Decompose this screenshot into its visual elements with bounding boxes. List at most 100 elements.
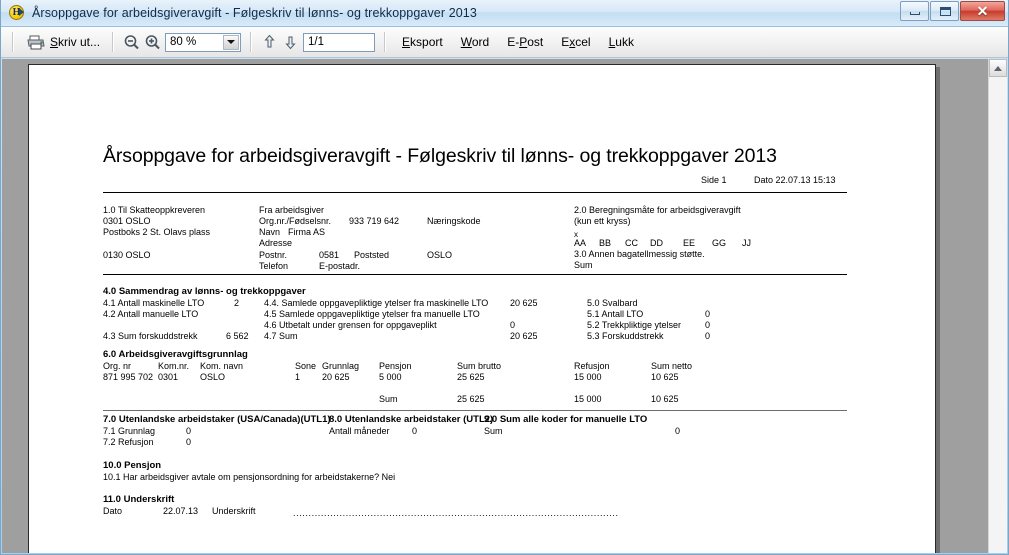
row-orgnr: 871 995 702 [103, 372, 154, 382]
previous-page-button[interactable] [261, 33, 278, 51]
row-8-value: 0 [412, 426, 418, 436]
document-title: Årsoppgave for arbeidsgiveravgift - Følg… [103, 145, 777, 167]
row-4-2-label: 4.2 Antall manuelle LTO [103, 309, 199, 319]
poststed-value: OSLO [427, 250, 453, 260]
close-document-button[interactable]: Lukk [602, 33, 641, 51]
row-komnr: 0301 [158, 372, 179, 382]
row-sumnetto: 10 625 [651, 372, 679, 382]
document-viewport[interactable]: Årsoppgave for arbeidsgiveravgift - Følg… [2, 59, 1007, 553]
next-page-button[interactable] [282, 33, 299, 51]
row-4-4-value: 20 625 [510, 298, 538, 308]
zoom-level-combobox[interactable]: 80 % [165, 32, 242, 52]
block7-heading: 7.0 Utenlandske arbeidstaker (USA/Canada… [103, 414, 331, 425]
skatteoppkrever-postnr: 0301 OSLO [103, 216, 151, 226]
header-sumnetto: Sum netto [651, 361, 693, 371]
block6-sum-refusjon: 15 000 [574, 394, 602, 404]
minimize-button[interactable] [900, 1, 929, 21]
navn-label: Navn [259, 227, 281, 237]
header-komnr: Kom.nr. [158, 361, 190, 371]
row-4-6-value: 0 [510, 320, 516, 330]
minimize-icon [910, 12, 920, 15]
row-4-1-value: 2 [234, 298, 240, 308]
divider-block1 [103, 274, 847, 275]
close-button[interactable]: ✕ [960, 1, 1005, 21]
scroll-up-button[interactable] [989, 59, 1007, 77]
document-date: Dato 22.07.13 15:13 [754, 175, 836, 185]
row-5-1-label: 5.1 Antall LTO [587, 309, 644, 319]
word-button[interactable]: Word [454, 33, 496, 51]
row-7-2-value: 0 [186, 437, 192, 447]
row-sone: 1 [295, 372, 301, 382]
skatteoppkrever-address: Postboks 2 St. Olavs plass [103, 227, 211, 237]
toolbar-separator [12, 32, 14, 52]
zoom-dropdown-button[interactable] [223, 34, 240, 50]
epostadr-label: E-postadr. [319, 261, 361, 271]
poststed-label: Poststed [354, 250, 390, 260]
orgnr-label: Org.nr./Fødselsnr. [259, 216, 332, 226]
row-grunnlag: 20 625 [322, 372, 350, 382]
chevron-right-icon [19, 7, 24, 16]
maximize-icon [940, 7, 951, 16]
page-number-input[interactable]: 1/1 [303, 32, 376, 52]
block6-sum-brutto: 25 625 [457, 394, 485, 404]
toolbar-separator [112, 32, 115, 52]
row-9-label: Sum [484, 426, 503, 436]
print-label: Skriv ut... [50, 35, 101, 49]
block11-heading: 11.0 Underskrift [103, 494, 175, 505]
bagatellmessig-sum-label: Sum [574, 260, 593, 270]
row-7-1-label: 7.1 Grunnlag [103, 426, 156, 436]
header-grunnlag: Grunnlag [322, 361, 360, 371]
block9-heading: 9.0 Sum alle koder for manuelle LTO [484, 414, 648, 425]
skatteoppkrever-heading: 1.0 Til Skatteoppkreveren [103, 205, 206, 215]
row-4-6-label: 4.6 Utbetalt under grensen for oppgavepl… [264, 320, 437, 330]
row-pensjon: 5 000 [379, 372, 402, 382]
row-sumbrutto: 25 625 [457, 372, 485, 382]
title-bar: H Årsoppgave for arbeidsgiveravgift - Fø… [1, 0, 1008, 27]
block11-signature-line: ........................................… [293, 508, 619, 518]
window-title: Årsoppgave for arbeidsgiveravgift - Følg… [32, 6, 477, 20]
zoom-level-value: 80 % [170, 36, 197, 48]
block11-sign-label: Underskrift [212, 506, 256, 516]
page-indicator: Side 1 [701, 175, 727, 185]
window-controls: ✕ [900, 1, 1005, 21]
row-4-3-value: 6 562 [226, 331, 249, 341]
chevron-down-icon [227, 40, 236, 44]
scrollbar-track[interactable] [989, 77, 1007, 553]
code-DD: DD [650, 238, 663, 248]
document-page: Årsoppgave for arbeidsgiveravgift - Følg… [28, 64, 936, 553]
code-AA: AA [574, 238, 587, 248]
adresse-label: Adresse [259, 238, 293, 248]
header-refusjon: Refusjon [574, 361, 610, 371]
divider-top [103, 192, 847, 193]
bagatellmessig-stotte-label: 3.0 Annen bagatellmessig støtte. [574, 249, 705, 259]
toolbar-separator [250, 32, 253, 52]
block11-dato-label: Dato [103, 506, 123, 516]
email-button[interactable]: E-Post [500, 33, 550, 51]
vertical-scrollbar[interactable] [988, 59, 1007, 553]
document-content: Årsoppgave for arbeidsgiveravgift - Følg… [29, 65, 935, 553]
block10-heading: 10.0 Pensjon [103, 460, 162, 471]
toolbar: Skriv ut... 80 % 1/1 Eksport Word E-Post… [1, 27, 1008, 58]
zoom-out-icon[interactable] [123, 34, 140, 51]
print-button[interactable]: Skriv ut... [23, 32, 103, 53]
row-5-0-label: 5.0 Svalbard [587, 298, 638, 308]
code-CC: CC [625, 238, 638, 248]
row-4-3-label: 4.3 Sum forskuddstrekk [103, 331, 198, 341]
maximize-button[interactable] [930, 1, 959, 21]
fra-arbeidsgiver-heading: Fra arbeidsgiver [259, 205, 325, 215]
export-button[interactable]: Eksport [395, 33, 450, 51]
header-sumbrutto: Sum brutto [457, 361, 502, 371]
close-icon: ✕ [976, 3, 989, 19]
divider-block6 [103, 410, 847, 411]
zoom-in-icon[interactable] [144, 34, 161, 51]
row-4-7-value: 20 625 [510, 331, 538, 341]
row-9-value: 0 [675, 426, 681, 436]
code-BB: BB [599, 238, 612, 248]
block6-sum-label: Sum [379, 394, 398, 404]
row-4-7-label: 4.7 Sum [264, 331, 298, 341]
row-7-1-value: 0 [186, 426, 192, 436]
row-7-2-label: 7.2 Refusjon [103, 437, 154, 447]
excel-button[interactable]: Excel [554, 33, 597, 51]
skatteoppkrever-city: 0130 OSLO [103, 250, 151, 260]
header-pensjon: Pensjon [379, 361, 412, 371]
